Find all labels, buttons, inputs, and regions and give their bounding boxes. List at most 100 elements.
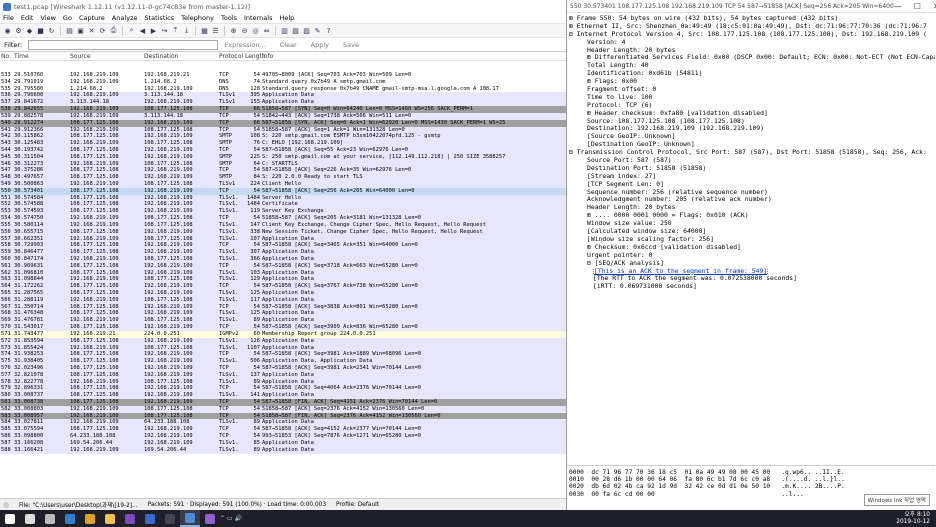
tree-node[interactable]: [Destination GeoIP: Unknown] [567,141,935,149]
taskbar-edge-icon[interactable] [60,510,80,527]
tree-node[interactable]: [Source GeoIP: Unknown] [567,133,935,141]
tree-node[interactable]: ⊞ Differentiated Services Field: 0x00 (D… [567,54,935,62]
tree-node[interactable]: Time to live: 100 [567,94,935,102]
packet-row[interactable]: 566 31.288119 192.168.219.109 108.177.125.1… [0,296,566,304]
packet-row[interactable]: 580 33.008737 108.177.125.108 192.168.219.1… [0,392,566,399]
status-profile[interactable]: Profile: Default [336,502,379,508]
packet-row[interactable]: 583 33.008957 192.168.219.109 108.177.125.1… [0,412,566,420]
column-header-info[interactable]: Info [262,53,566,60]
tree-node[interactable]: ⊞ Checksum: 0x6ccd [validation disabled] [567,244,935,252]
packet-row[interactable]: 565 31.287565 108.177.125.108 192.168.219.1… [0,290,566,297]
packet-row[interactable]: 569 31.476781 192.168.219.109 108.177.125.1… [0,317,566,325]
packet-row[interactable]: 587 33.166208 169.54.206.44 192.168.219.109… [0,439,566,447]
tree-node[interactable]: [TCP Segment Len: 0] [567,181,935,189]
preferences-icon[interactable]: ✎ [313,26,322,35]
menu-help[interactable]: Help [279,14,294,22]
tree-node[interactable]: Destination: 192.168.219.109 (192.168.21… [567,125,935,133]
tree-node[interactable]: Fragment offset: 0 [567,86,935,94]
tree-node[interactable]: [iRTT: 0.069731000 seconds] [567,283,935,291]
column-header-destination[interactable]: Destination [144,53,219,60]
tree-node[interactable]: Total Length: 40 [567,62,935,70]
taskbar-chrome-icon[interactable] [80,510,100,527]
packet-row[interactable]: 555 30.580114 192.168.219.109 108.177.125.1… [0,221,566,229]
packet-row[interactable]: 578 32.822778 192.168.219.109 108.177.125.1… [0,378,566,386]
packet-row[interactable]: 549 30.500863 192.168.219.109 108.177.125.1… [0,181,566,188]
resize-columns-icon[interactable]: ⇔ [262,26,271,35]
packet-row[interactable]: 553 30.574593 108.177.125.108 192.168.219.1… [0,208,566,216]
packet-row[interactable]: 560 30.847174 192.168.219.109 108.177.125.1… [0,255,566,263]
packet-row[interactable]: 559 30.846477 108.177.125.108 192.168.219.1… [0,249,566,256]
packet-row[interactable]: 557 30.662351 192.168.219.109 108.177.125.1… [0,235,566,243]
taskbar-start-icon[interactable] [0,510,20,527]
tree-node[interactable]: Window size value: 250 [567,220,935,228]
tree-node[interactable]: Header Length: 20 bytes [567,204,935,212]
taskbar-app-violet-icon[interactable] [200,510,220,527]
packet-row[interactable]: 570 31.543017 108.177.125.108 192.168.219.1… [0,324,566,331]
tree-node[interactable]: ⊞ Ethernet II, Src: Shenzhen_0a:49:49 (1… [567,23,935,31]
packet-row[interactable]: 563 31.098844 192.168.219.109 108.177.125.1… [0,276,566,284]
taskbar-app-purple-icon[interactable] [120,510,140,527]
packet-row[interactable]: 539 29.882578 192.168.219.109 3.113.144.18 T… [0,112,566,120]
column-header-source[interactable]: Source [70,53,144,60]
packet-row[interactable]: 536 29.796600 192.168.219.109 3.113.144.18 T… [0,92,566,100]
packet-row[interactable]: 586 33.098800 64.233.188.108 192.168.219.10… [0,433,566,440]
packet-row[interactable]: 577 32.821078 108.177.125.108 192.168.219.1… [0,371,566,379]
packet-details-tree[interactable]: ⊞ Frame 550: 54 bytes on wire (432 bits)… [567,15,935,462]
taskbar-clock[interactable]: 오후 8:10 2019-10-12 [896,512,936,526]
taskbar-search-icon[interactable] [20,510,40,527]
menu-analyze[interactable]: Analyze [112,14,138,22]
packet-row[interactable]: 574 31.938253 108.177.125.108 192.168.219.1… [0,351,566,359]
tree-node[interactable]: [Calculated window size: 64000] [567,228,935,236]
column-header-length[interactable]: Length [245,53,266,60]
packet-row[interactable]: 556 30.655715 108.177.125.108 192.168.219.1… [0,228,566,236]
packet-row[interactable]: 585 33.075594 108.177.125.108 192.168.219.1… [0,426,566,434]
packet-row[interactable]: 584 33.027811 192.168.219.109 64.233.188.10… [0,419,566,427]
go-forward-icon[interactable]: ▶ [149,26,158,35]
menu-view[interactable]: View [40,14,55,22]
filter-apply-button[interactable]: Apply [311,41,329,49]
packet-row[interactable]: 546 30.312273 192.168.219.109 108.177.125.1… [0,160,566,168]
packet-row[interactable]: 540 29.912274 108.177.125.108 192.168.219.1… [0,119,566,127]
taskbar-taskview-icon[interactable] [40,510,60,527]
tree-node[interactable]: Destination Port: 51858 (51858) [567,165,935,173]
packet-row[interactable]: 545 30.311504 108.177.125.108 192.168.219.1… [0,153,566,161]
tree-node[interactable]: ⊞ Flags: 0x00 [567,78,935,86]
menu-tools[interactable]: Tools [221,14,237,22]
packet-row[interactable]: 537 29.841672 3.113.144.18 192.168.219.109 T… [0,99,566,107]
tree-node[interactable]: ⊞ .... 0000 0001 0000 = Flags: 0x010 (AC… [567,212,935,220]
packet-row[interactable]: 579 32.896331 108.177.125.108 192.168.219.1… [0,385,566,393]
column-header-time[interactable]: Time [14,53,70,60]
menu-internals[interactable]: Internals [244,14,272,22]
tree-node[interactable]: Version: 4 [567,39,935,47]
tree-node[interactable]: [Window size scaling factor: 256] [567,236,935,244]
taskbar-wireshark-icon[interactable] [180,510,200,527]
ack-frame-link[interactable]: [This is an ACK to the segment in frame:… [593,267,769,276]
tree-node[interactable]: Protocol: TCP (6) [567,102,935,110]
menu-edit[interactable]: Edit [21,14,34,22]
open-file-icon[interactable]: ▤ [65,26,74,35]
help-icon[interactable]: ? [324,26,333,35]
tree-node[interactable]: Source Port: 587 (587) [567,157,935,165]
tree-node[interactable]: [This is an ACK to the segment in frame:… [567,267,935,276]
packet-row[interactable]: 542 30.115862 108.177.125.108 192.168.219.1… [0,133,566,141]
tree-node[interactable]: ⊟ Internet Protocol Version 4, Src: 108.… [567,31,935,39]
tree-node[interactable]: [Stream index: 27] [567,173,935,181]
print-icon[interactable]: ⎙ [109,26,118,35]
system-tray[interactable]: ⌃ ▭ 🔊 [220,515,242,522]
windows-ink-badge[interactable]: Windows Ink 작업 영역 [863,494,930,506]
packet-list[interactable]: 533 29.510760 192.168.219.109 192.168.219.2… [0,72,566,498]
maximize-button[interactable]: ☐ [914,2,921,11]
tree-node[interactable]: Sequence number: 256 (relative sequence … [567,189,935,197]
last-packet-icon[interactable]: ⤓ [182,26,191,35]
zoom-in-icon[interactable]: ⊕ [229,26,238,35]
coloring-rules-icon[interactable]: ▨ [302,26,311,35]
tree-node[interactable]: Urgent pointer: 0 [567,252,935,260]
packet-row[interactable]: 544 30.193742 108.177.125.108 192.168.219.1… [0,146,566,154]
packet-row[interactable]: 538 29.842655 192.168.219.109 108.177.125.1… [0,106,566,113]
tree-node[interactable]: Source: 108.177.125.108 (108.177.125.108… [567,118,935,126]
packet-row[interactable]: 572 31.853594 108.177.125.108 192.168.219.1… [0,337,566,345]
restart-capture-icon[interactable]: ↻ [47,26,56,35]
zoom-normal-icon[interactable]: ◎ [251,26,260,35]
filter-expression-button[interactable]: Expression... [224,41,265,49]
tree-node[interactable]: ⊟ [SEQ/ACK analysis] [567,260,935,268]
